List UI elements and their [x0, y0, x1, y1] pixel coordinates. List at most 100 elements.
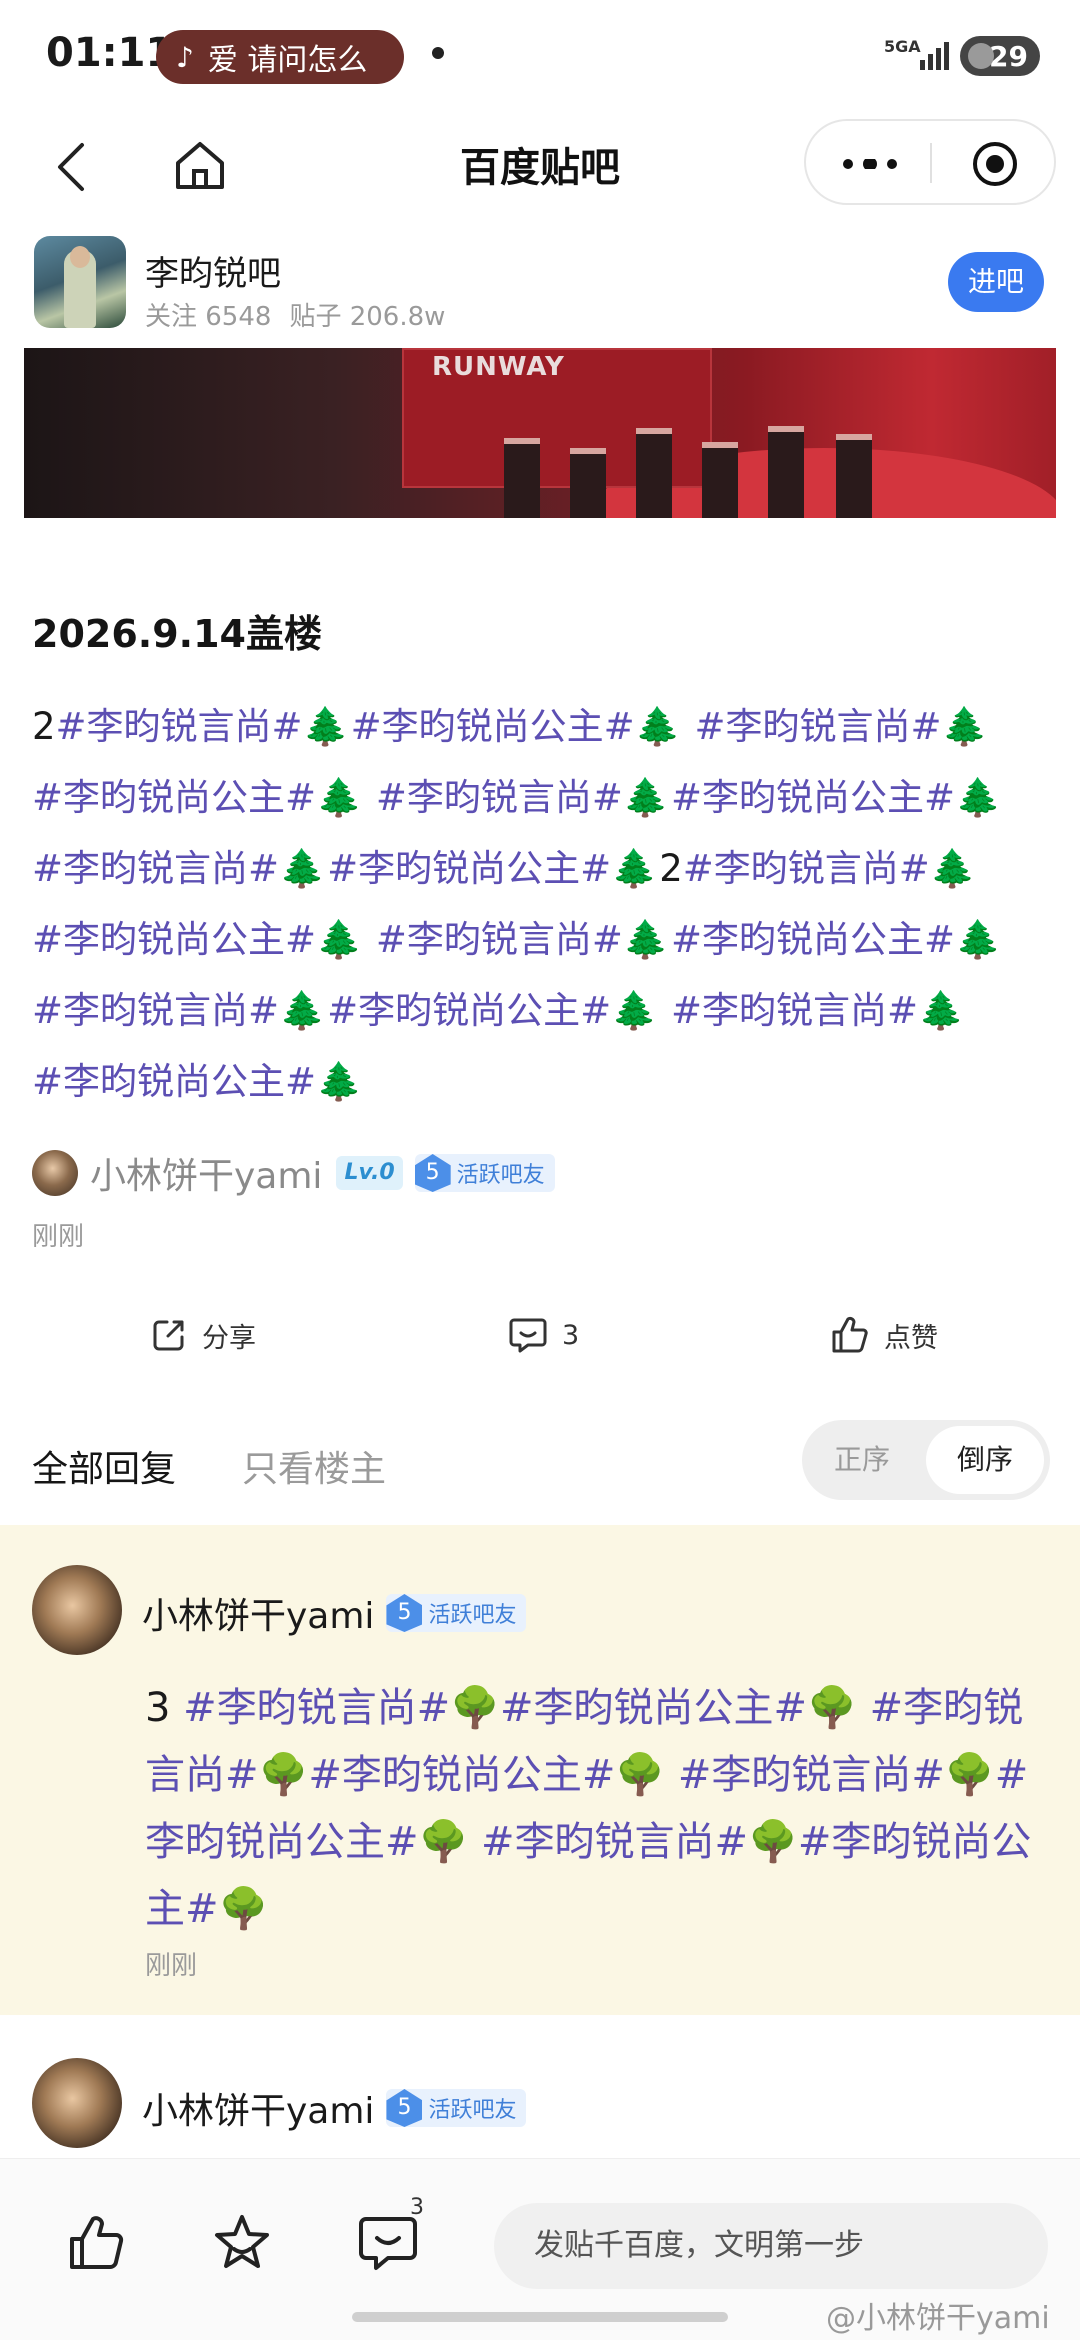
tree-emoji: 🌳: [615, 1752, 666, 1798]
tree-emoji: 🌲: [954, 776, 1002, 819]
fan-level: 5: [386, 1594, 423, 1632]
hashtag-link[interactable]: #李昀锐言尚#: [678, 1752, 945, 1798]
post-author-name[interactable]: 小林饼干yami: [90, 1147, 322, 1199]
banner-image[interactable]: RUNWAY: [24, 348, 1056, 518]
text-fragment: [683, 705, 695, 748]
hashtag-link[interactable]: #李昀锐尚公主#: [32, 918, 316, 961]
comment-icon[interactable]: [356, 2211, 420, 2275]
hashtag-link[interactable]: #李昀锐尚公主#: [671, 776, 955, 819]
hashtag-link[interactable]: #李昀锐言尚#: [376, 776, 623, 819]
reply-header: 小林饼干yami 5 活跃吧友: [142, 1587, 527, 1639]
music-text: 爱 请问怎么: [207, 43, 368, 78]
hashtag-link[interactable]: #李昀锐言尚#: [376, 918, 623, 961]
tree-emoji: 🌲: [929, 847, 976, 890]
hashtag-link[interactable]: #李昀锐言尚#: [671, 989, 918, 1032]
hashtag-link[interactable]: #李昀锐言尚#: [683, 847, 930, 890]
post-line: #李昀锐言尚#🌲#李昀锐尚公主#🌲2#李昀锐言尚#🌲: [32, 833, 1052, 904]
hashtag-link[interactable]: #李昀锐言尚#: [481, 1819, 748, 1865]
post-time: 刚刚: [32, 1222, 85, 1252]
star-icon[interactable]: [210, 2211, 274, 2275]
avatar[interactable]: [32, 2058, 122, 2148]
tree-emoji: 🌲: [622, 776, 669, 819]
network-label: 5GA: [884, 37, 921, 56]
forum-avatar[interactable]: [34, 236, 126, 328]
hashtag-link[interactable]: #李昀锐尚公主#: [327, 847, 611, 890]
hashtag-link[interactable]: #李昀锐尚公主#: [351, 705, 635, 748]
comment-icon: [509, 1318, 547, 1353]
hashtag-link[interactable]: #李昀锐尚公主#: [308, 1752, 615, 1798]
banner-lipstick: [504, 438, 540, 518]
hashtag-link[interactable]: #李昀锐言尚#: [32, 989, 279, 1032]
avatar[interactable]: [32, 1565, 122, 1655]
share-button[interactable]: 分享: [150, 1305, 256, 1365]
post-line: #李昀锐尚公主#🌲 #李昀锐言尚#🌲#李昀锐尚公主#🌲: [32, 904, 1052, 975]
post-actions: 分享 3 点赞: [0, 1305, 1080, 1365]
hashtag-link[interactable]: #李昀锐尚公主#: [32, 776, 316, 819]
tab-host-only[interactable]: 只看楼主: [242, 1440, 386, 1492]
fan-level: 5: [386, 2089, 423, 2127]
banner-lipstick: [636, 428, 672, 518]
post-line: #李昀锐尚公主#🌲 #李昀锐言尚#🌲#李昀锐尚公主#🌲: [32, 762, 1052, 833]
reply-time: 刚刚: [145, 1951, 198, 1981]
tree-emoji: 🌲: [316, 918, 363, 961]
comment-count: 3: [562, 1319, 580, 1351]
forum-follows: 关注 6548: [145, 302, 272, 332]
tree-emoji: 🌳: [418, 1819, 469, 1865]
text-fragment: [857, 1685, 870, 1731]
banner-lipstick: [768, 426, 804, 518]
avatar[interactable]: [32, 1150, 78, 1196]
post-title: 2026.9.14盖楼: [32, 612, 322, 656]
reply-item[interactable]: 小林饼干yami 5 活跃吧友: [0, 2040, 1080, 2160]
reply-author-name[interactable]: 小林饼干yami: [142, 1587, 374, 1639]
join-forum-button[interactable]: 进吧: [948, 252, 1044, 312]
text-fragment: [468, 1819, 481, 1865]
fan-badge: 5 活跃吧友: [386, 1594, 527, 1632]
weibo-watermark: @小林饼干yami: [826, 2301, 1050, 2336]
hashtag-link[interactable]: #李昀锐言尚#: [32, 847, 279, 890]
mini-program-capsule: [804, 119, 1056, 205]
reply-item[interactable]: 小林饼干yami 5 活跃吧友 3 #李昀锐言尚#🌳#李昀锐尚公主#🌳 #李昀锐…: [0, 1525, 1080, 2015]
banner-lipstick: [702, 442, 738, 518]
status-time: 01:11: [46, 30, 174, 76]
thumbs-up-icon: [832, 1316, 868, 1353]
hashtag-link[interactable]: #李昀锐尚公主#: [500, 1685, 807, 1731]
post-line: #李昀锐言尚#🌲#李昀锐尚公主#🌲 #李昀锐言尚#🌲: [32, 975, 1052, 1046]
thumbs-up-icon[interactable]: [64, 2211, 128, 2275]
sort-ascending-option[interactable]: 正序: [802, 1420, 922, 1500]
hashtag-link[interactable]: #李昀锐言尚#: [56, 705, 303, 748]
comment-input[interactable]: 发贴千百度，文明第一步: [494, 2203, 1048, 2289]
sort-descending-option[interactable]: 倒序: [926, 1426, 1044, 1494]
avatar-head: [70, 246, 90, 268]
like-button[interactable]: 点赞: [830, 1305, 938, 1365]
fan-title: 活跃吧友: [428, 2098, 517, 2123]
forum-stats: 关注 6548 贴子 206.8w: [145, 296, 445, 333]
hashtag-link[interactable]: #李昀锐尚公主#: [671, 918, 955, 961]
close-target-icon[interactable]: [972, 141, 1018, 187]
comment-button[interactable]: 3: [508, 1305, 579, 1365]
music-pill[interactable]: ♪ 爱 请问怎么: [156, 30, 404, 84]
hashtag-link[interactable]: #李昀锐尚公主#: [32, 1060, 316, 1103]
text-fragment: [364, 776, 376, 819]
post-author-row[interactable]: 小林饼干yami Lv.0 5 活跃吧友: [32, 1148, 555, 1198]
text-fragment: [364, 918, 376, 961]
reply-author-name[interactable]: 小林饼干yami: [142, 2082, 374, 2134]
text-fragment: 2: [659, 847, 683, 890]
tab-all-replies[interactable]: 全部回复: [32, 1440, 176, 1492]
more-icon[interactable]: [842, 159, 898, 169]
tree-emoji: 🌲: [279, 847, 326, 890]
banner-lipstick: [570, 448, 606, 518]
hashtag-link[interactable]: #李昀锐言尚#: [183, 1685, 450, 1731]
level-badge: Lv.0: [336, 1156, 403, 1190]
forum-name[interactable]: 李昀锐吧: [145, 246, 281, 295]
battery-indicator: 29: [960, 36, 1040, 76]
text-fragment: [665, 1752, 678, 1798]
hashtag-link[interactable]: #李昀锐尚公主#: [327, 989, 611, 1032]
text-fragment: 2: [32, 705, 56, 748]
forum-header[interactable]: 李昀锐吧 关注 6548 贴子 206.8w 进吧: [0, 232, 1080, 347]
tree-emoji: 🌲: [611, 847, 658, 890]
hashtag-link[interactable]: #李昀锐言尚#: [695, 705, 942, 748]
text-fragment: 3: [145, 1685, 184, 1731]
home-indicator[interactable]: [352, 2312, 728, 2322]
text-fragment: [659, 989, 671, 1032]
status-bar: 01:11 ♪ 爱 请问怎么 5GA 29: [0, 0, 1080, 115]
